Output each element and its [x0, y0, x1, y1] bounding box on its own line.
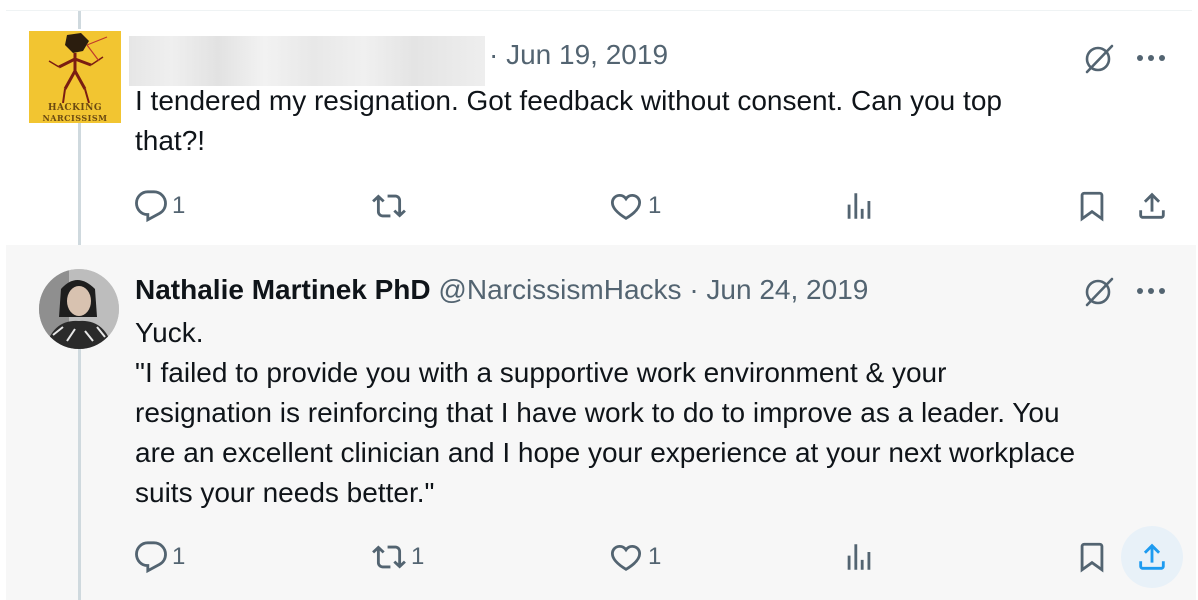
like-button[interactable]: 1	[608, 540, 661, 574]
avatar-photo	[39, 269, 119, 349]
grok-icon[interactable]	[1082, 42, 1116, 76]
analytics-icon	[847, 544, 871, 570]
blurred-author-name	[129, 36, 485, 86]
bookmark-icon	[1080, 542, 1104, 573]
analytics-icon	[847, 193, 871, 219]
thread-line	[78, 345, 81, 600]
tweet-date[interactable]: · Jun 24, 2019	[689, 274, 868, 305]
like-count: 1	[648, 543, 662, 570]
share-icon	[1139, 192, 1165, 219]
views-button[interactable]	[842, 189, 876, 223]
tweet-text: I tendered my resignation. Got feedback …	[135, 85, 1002, 156]
bookmark-button[interactable]	[1075, 540, 1109, 574]
share-icon	[1139, 543, 1165, 570]
bookmark-icon	[1080, 191, 1104, 222]
retweet-button[interactable]	[371, 189, 411, 223]
more-icon[interactable]	[1137, 285, 1169, 297]
heart-icon	[610, 544, 642, 571]
reply-count: 1	[172, 192, 186, 219]
heart-icon	[610, 193, 642, 220]
avatar-logo-line-2: NARCISSISM	[42, 113, 108, 123]
reply-button[interactable]: 1	[134, 189, 185, 223]
reply-count: 1	[172, 543, 186, 570]
user-handle[interactable]: @NarcissismHacks	[438, 274, 681, 305]
tweet-header: Nathalie Martinek PhD @NarcissismHacks ·…	[135, 273, 868, 307]
more-icon[interactable]	[1137, 52, 1169, 64]
tweet-2[interactable]: Nathalie Martinek PhD @NarcissismHacks ·…	[6, 245, 1196, 600]
retweet-button[interactable]: 1	[371, 540, 424, 574]
like-count: 1	[648, 192, 662, 219]
reply-icon	[135, 190, 167, 223]
avatar-logo-line-1: HACKING	[47, 103, 103, 113]
avatar[interactable]	[39, 269, 119, 349]
retweet-icon	[372, 194, 406, 218]
bookmark-button[interactable]	[1075, 189, 1109, 223]
thread-line	[78, 121, 81, 245]
views-button[interactable]	[842, 540, 876, 574]
like-button[interactable]: 1	[608, 189, 661, 223]
tweet-text: Yuck. "I failed to provide you with a su…	[135, 317, 1076, 508]
avatar[interactable]: HACKING NARCISSISM	[29, 31, 121, 123]
reply-icon	[135, 541, 167, 574]
thread-line-top	[78, 11, 81, 29]
share-button[interactable]	[1135, 540, 1169, 574]
retweet-icon	[372, 545, 406, 569]
tweet-1[interactable]: HACKING NARCISSISM · Jun 19, 2019 I tend…	[6, 11, 1196, 245]
tweet-date[interactable]: · Jun 19, 2019	[489, 38, 668, 72]
reply-button[interactable]: 1	[134, 540, 185, 574]
retweet-count: 1	[411, 543, 425, 570]
display-name[interactable]: Nathalie Martinek PhD	[135, 274, 431, 305]
share-button[interactable]	[1135, 189, 1169, 223]
grok-icon[interactable]	[1082, 275, 1116, 309]
